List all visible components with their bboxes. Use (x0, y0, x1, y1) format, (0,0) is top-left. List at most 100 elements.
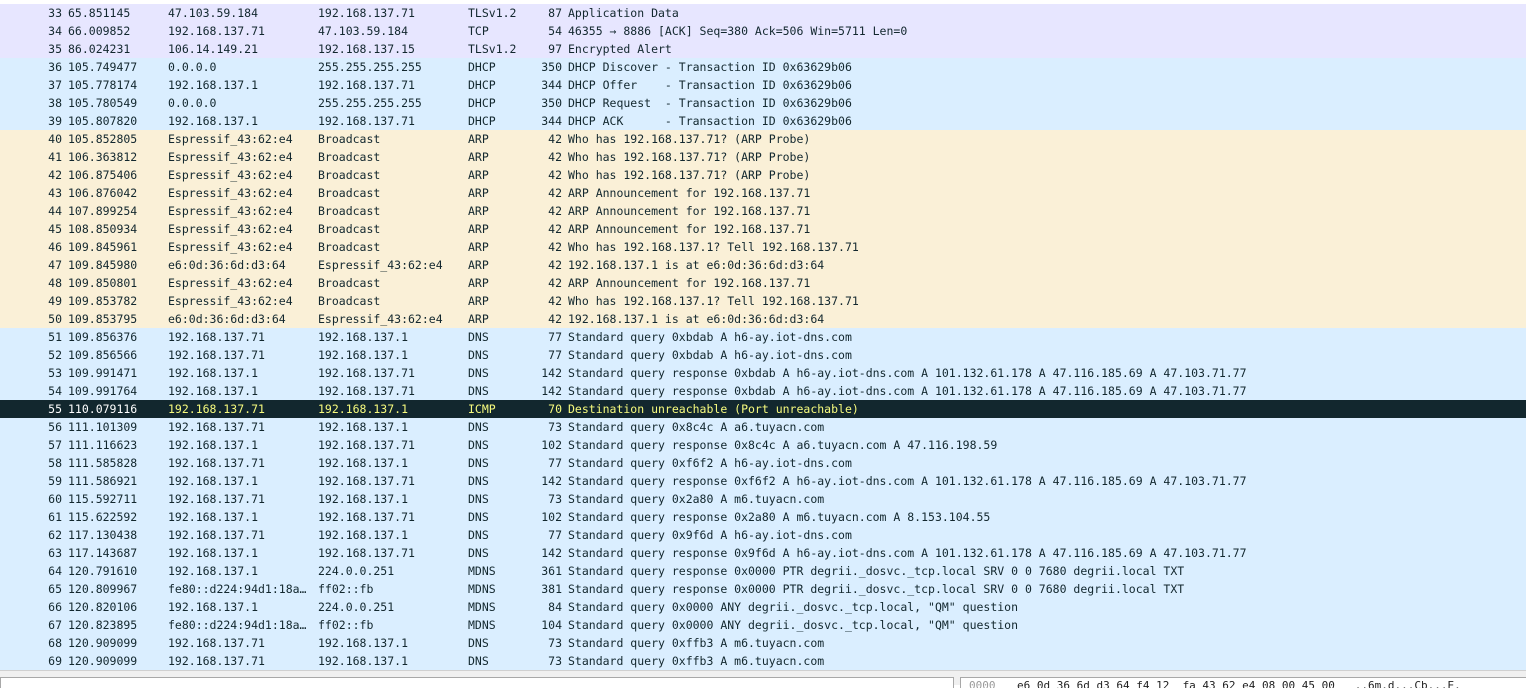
packet-row[interactable]: 57 111.116623 192.168.137.1 192.168.137.71 D… (0, 436, 1526, 454)
packet-row[interactable]: 65 120.809967 fe80::d224:94d1:18a… ff02::fb… (0, 580, 1526, 598)
packet-destination: 47.103.59.184 (318, 24, 409, 38)
packet-row[interactable]: 62 117.130438 192.168.137.71 192.168.137.1 D… (0, 526, 1526, 544)
packet-info: 46355 → 8886 [ACK] Seq=380 Ack=506 Win=5… (568, 24, 908, 38)
packet-time: 105.778174 (68, 78, 138, 92)
packet-row[interactable]: 64 120.791610 192.168.137.1 224.0.0.251 MDNS… (0, 562, 1526, 580)
packet-time: 120.791610 (68, 564, 138, 578)
packet-source: 192.168.137.71 (168, 492, 265, 506)
packet-row[interactable]: 38 105.780549 0.0.0.0 255.255.255.255 DHCP 35… (0, 94, 1526, 112)
packet-destination: Broadcast (318, 150, 381, 164)
packet-info: Who has 192.168.137.1? Tell 192.168.137.… (568, 294, 859, 308)
packet-row[interactable]: 33 65.851145 47.103.59.184 192.168.137.71 TL… (0, 4, 1526, 22)
packet-number: 59 (48, 474, 62, 488)
packet-info: ARP Announcement for 192.168.137.71 (568, 186, 811, 200)
packet-row[interactable]: 53 109.991471 192.168.137.1 192.168.137.71 D… (0, 364, 1526, 382)
packet-details-pane[interactable] (0, 677, 954, 688)
packet-number: 50 (48, 312, 62, 326)
packet-number: 51 (48, 330, 62, 344)
packet-row[interactable]: 48 109.850801 Espressif_43:62:e4 Broadcast A… (0, 274, 1526, 292)
packet-protocol: ARP (468, 240, 489, 254)
packet-protocol: ARP (468, 168, 489, 182)
packet-row[interactable]: 60 115.592711 192.168.137.71 192.168.137.1 D… (0, 490, 1526, 508)
packet-protocol: DNS (468, 366, 489, 380)
packet-row[interactable]: 40 105.852805 Espressif_43:62:e4 Broadcast A… (0, 130, 1526, 148)
packet-info: Standard query response 0x8c4c A a6.tuya… (568, 438, 998, 452)
packet-row[interactable]: 68 120.909099 192.168.137.71 192.168.137.1 D… (0, 634, 1526, 652)
packet-length: 77 (548, 348, 562, 362)
packet-protocol: DNS (468, 546, 489, 560)
packet-info: Standard query 0xffb3 A m6.tuyacn.com (568, 654, 825, 668)
packet-bytes-pane[interactable]: 0000 e6 0d 36 6d d3 64 f4 12 fa 43 62 e4… (960, 677, 1526, 688)
packet-source: 192.168.137.71 (168, 456, 265, 470)
packet-length: 142 (541, 546, 562, 560)
packet-time: 65.851145 (68, 6, 131, 20)
packet-row[interactable]: 66 120.820106 192.168.137.1 224.0.0.251 MDNS… (0, 598, 1526, 616)
packet-number: 66 (48, 600, 62, 614)
packet-info: Standard query response 0xbdab A h6-ay.i… (568, 366, 1247, 380)
packet-row[interactable]: 39 105.807820 192.168.137.1 192.168.137.71 D… (0, 112, 1526, 130)
packet-destination: 192.168.137.1 (318, 330, 409, 344)
packet-length: 42 (548, 222, 562, 236)
packet-source: 192.168.137.71 (168, 402, 265, 416)
packet-row[interactable]: 51 109.856376 192.168.137.71 192.168.137.1 D… (0, 328, 1526, 346)
packet-number: 43 (48, 186, 62, 200)
packet-row[interactable]: 56 111.101309 192.168.137.71 192.168.137.1 D… (0, 418, 1526, 436)
packet-row[interactable]: 34 66.009852 192.168.137.71 47.103.59.184 TC… (0, 22, 1526, 40)
packet-source: Espressif_43:62:e4 (168, 240, 293, 254)
packet-row[interactable]: 59 111.586921 192.168.137.1 192.168.137.71 D… (0, 472, 1526, 490)
packet-time: 105.852805 (68, 132, 138, 146)
packet-row[interactable]: 58 111.585828 192.168.137.71 192.168.137.1 D… (0, 454, 1526, 472)
packet-length: 73 (548, 654, 562, 668)
packet-row[interactable]: 35 86.024231 106.14.149.21 192.168.137.15 TL… (0, 40, 1526, 58)
packet-row[interactable]: 44 107.899254 Espressif_43:62:e4 Broadcast A… (0, 202, 1526, 220)
packet-row[interactable]: 45 108.850934 Espressif_43:62:e4 Broadcast A… (0, 220, 1526, 238)
packet-number: 56 (48, 420, 62, 434)
packet-info: Standard query 0x0000 ANY degrii._dosvc.… (568, 600, 1019, 614)
packet-list[interactable]: 33 65.851145 47.103.59.184 192.168.137.71 TL… (0, 0, 1526, 670)
packet-source: 192.168.137.71 (168, 330, 265, 344)
packet-time: 107.899254 (68, 204, 138, 218)
packet-length: 84 (548, 600, 562, 614)
packet-row[interactable]: 63 117.143687 192.168.137.1 192.168.137.71 D… (0, 544, 1526, 562)
packet-row[interactable]: 37 105.778174 192.168.137.1 192.168.137.71 D… (0, 76, 1526, 94)
packet-source: 192.168.137.1 (168, 600, 259, 614)
packet-row[interactable]: 61 115.622592 192.168.137.1 192.168.137.71 D… (0, 508, 1526, 526)
packet-info: 192.168.137.1 is at e6:0d:36:6d:d3:64 (568, 258, 825, 272)
packet-length: 73 (548, 636, 562, 650)
packet-row[interactable]: 50 109.853795 e6:0d:36:6d:d3:64 Espressif_4… (0, 310, 1526, 328)
packet-protocol: DNS (468, 420, 489, 434)
packet-length: 77 (548, 330, 562, 344)
packet-destination: 192.168.137.71 (318, 438, 415, 452)
packet-info: Standard query response 0x9f6d A h6-ay.i… (568, 546, 1247, 560)
packet-row[interactable]: 46 109.845961 Espressif_43:62:e4 Broadcast A… (0, 238, 1526, 256)
packet-length: 97 (548, 42, 562, 56)
packet-time: 109.845980 (68, 258, 138, 272)
packet-destination: Broadcast (318, 294, 381, 308)
packet-info: Who has 192.168.137.71? (ARP Probe) (568, 132, 811, 146)
packet-row[interactable]: 42 106.875406 Espressif_43:62:e4 Broadcast A… (0, 166, 1526, 184)
packet-length: 104 (541, 618, 562, 632)
packet-destination: 192.168.137.71 (318, 366, 415, 380)
packet-row[interactable]: 54 109.991764 192.168.137.1 192.168.137.71 D… (0, 382, 1526, 400)
packet-time: 120.823895 (68, 618, 138, 632)
packet-row[interactable]: 67 120.823895 fe80::d224:94d1:18a… ff02::fb… (0, 616, 1526, 634)
packet-row-selected[interactable]: 55 110.079116 192.168.137.71 192.168.137.1 I… (0, 400, 1526, 418)
packet-row[interactable]: 49 109.853782 Espressif_43:62:e4 Broadcast A… (0, 292, 1526, 310)
packet-time: 109.991764 (68, 384, 138, 398)
packet-row[interactable]: 36 105.749477 0.0.0.0 255.255.255.255 DHCP 35… (0, 58, 1526, 76)
packet-time: 109.853795 (68, 312, 138, 326)
packet-number: 35 (48, 42, 62, 56)
packet-row[interactable]: 47 109.845980 e6:0d:36:6d:d3:64 Espressif_4… (0, 256, 1526, 274)
packet-number: 60 (48, 492, 62, 506)
packet-number: 54 (48, 384, 62, 398)
packet-source: 192.168.137.1 (168, 474, 259, 488)
packet-row[interactable]: 69 120.909099 192.168.137.71 192.168.137.1 D… (0, 652, 1526, 670)
packet-length: 102 (541, 438, 562, 452)
packet-row[interactable]: 41 106.363812 Espressif_43:62:e4 Broadcast A… (0, 148, 1526, 166)
packet-source: 0.0.0.0 (168, 60, 217, 74)
packet-row[interactable]: 52 109.856566 192.168.137.71 192.168.137.1 D… (0, 346, 1526, 364)
packet-time: 111.586921 (68, 474, 138, 488)
packet-number: 58 (48, 456, 62, 470)
packet-source: Espressif_43:62:e4 (168, 150, 293, 164)
packet-row[interactable]: 43 106.876042 Espressif_43:62:e4 Broadcast A… (0, 184, 1526, 202)
